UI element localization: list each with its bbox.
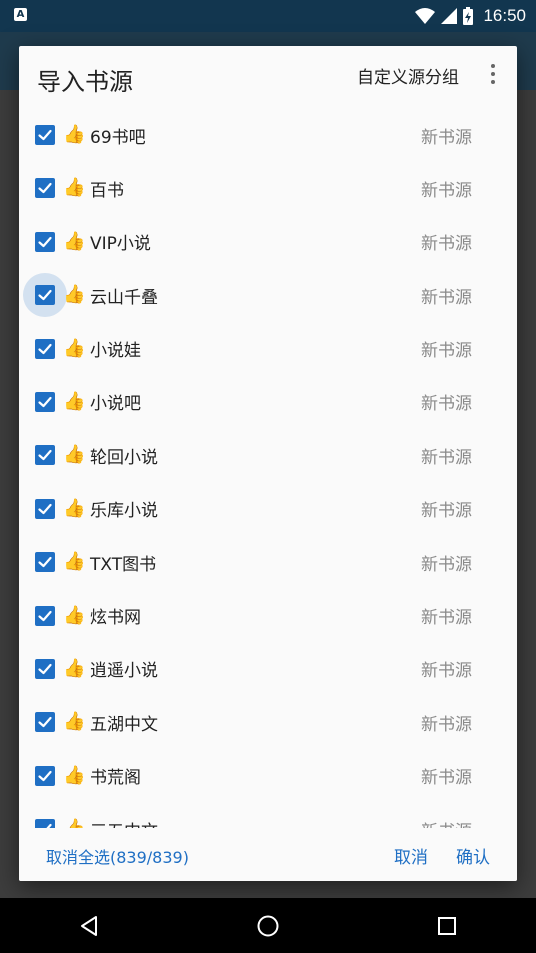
dialog-header: 导入书源 自定义源分组 <box>19 46 517 110</box>
source-group: 新书源 <box>421 447 472 468</box>
source-checkbox[interactable] <box>35 658 55 679</box>
source-group: 新书源 <box>421 341 472 362</box>
source-name: 小说吧 <box>90 394 141 415</box>
source-name: 三五中文 <box>90 817 158 828</box>
thumbs-up-icon: 👍 <box>63 711 86 733</box>
source-checkbox[interactable] <box>35 125 55 145</box>
source-name: 云山千叠 <box>90 287 158 308</box>
source-group: 新书源 <box>421 127 472 148</box>
source-checkbox[interactable] <box>35 605 55 626</box>
source-name: 轮回小说 <box>90 447 158 468</box>
thumbs-up-icon: 👍 <box>63 177 86 199</box>
thumbs-up-icon: 👍 <box>63 390 86 412</box>
source-name: 百书 <box>90 180 124 201</box>
source-row[interactable]: 👍 TXT图书 新书源 <box>19 536 517 589</box>
source-row[interactable]: 👍 逍遥小说 新书源 <box>19 642 517 695</box>
thumbs-up-icon: 👍 <box>63 604 86 626</box>
custom-group-button[interactable]: 自定义源分组 <box>357 63 459 88</box>
source-checkbox[interactable] <box>35 231 55 252</box>
source-name: 书荒阁 <box>90 768 141 789</box>
confirm-button[interactable]: 确认 <box>456 843 490 868</box>
source-row[interactable]: 👍 VIP小说 新书源 <box>19 215 517 268</box>
source-checkbox[interactable] <box>35 765 55 786</box>
signal-icon <box>441 8 458 24</box>
source-group: 新书源 <box>421 768 472 789</box>
thumbs-up-icon: 👍 <box>63 497 86 519</box>
cancel-button[interactable]: 取消 <box>394 843 428 868</box>
notification-app-icon: A <box>14 8 27 21</box>
source-group: 新书源 <box>421 501 472 522</box>
source-name: 五湖中文 <box>90 714 158 735</box>
source-group: 新书源 <box>421 287 472 308</box>
more-vert-icon[interactable] <box>483 62 503 86</box>
source-row[interactable]: 👍 炫书网 新书源 <box>19 589 517 642</box>
source-name: 乐库小说 <box>90 501 158 522</box>
thumbs-up-icon: 👍 <box>63 337 86 359</box>
status-bar: A 16:50 <box>0 0 536 32</box>
thumbs-up-icon: 👍 <box>63 124 86 145</box>
back-triangle-icon[interactable] <box>59 898 119 953</box>
status-icons: 16:50 <box>415 4 526 28</box>
source-group: 新书源 <box>421 608 472 629</box>
source-name: TXT图书 <box>90 554 157 575</box>
source-group: 新书源 <box>421 714 472 735</box>
source-checkbox[interactable] <box>35 178 55 199</box>
source-row[interactable]: 👍 轮回小说 新书源 <box>19 429 517 482</box>
source-row[interactable]: 👍 小说娃 新书源 <box>19 322 517 375</box>
source-row[interactable]: 👍 云山千叠 新书源 <box>19 269 517 322</box>
thumbs-up-icon: 👍 <box>63 819 85 828</box>
source-checkbox[interactable] <box>35 552 55 573</box>
recents-square-icon[interactable] <box>417 898 477 953</box>
clock: 16:50 <box>483 6 526 25</box>
thumbs-up-icon: 👍 <box>63 764 86 786</box>
source-checkbox[interactable] <box>35 285 55 306</box>
source-group: 新书源 <box>421 817 472 828</box>
source-checkbox[interactable] <box>35 338 55 359</box>
thumbs-up-icon: 👍 <box>63 444 86 466</box>
source-row[interactable]: 👍 乐库小说 新书源 <box>19 482 517 535</box>
source-row[interactable]: 👍 69书吧 新书源 <box>19 110 517 162</box>
source-name: 炫书网 <box>90 608 141 629</box>
source-group: 新书源 <box>421 180 472 201</box>
dialog-title: 导入书源 <box>37 68 133 96</box>
source-checkbox[interactable] <box>35 391 55 412</box>
source-row[interactable]: 👍 百书 新书源 <box>19 162 517 215</box>
source-name: 69书吧 <box>90 127 146 148</box>
source-checkbox[interactable] <box>35 712 55 733</box>
thumbs-up-icon: 👍 <box>63 284 86 306</box>
deselect-all-button[interactable]: 取消全选(839/839) <box>46 844 189 868</box>
source-checkbox[interactable] <box>35 498 55 519</box>
source-group: 新书源 <box>421 661 472 682</box>
navigation-bar <box>0 898 536 953</box>
thumbs-up-icon: 👍 <box>63 657 86 679</box>
import-source-dialog: 导入书源 自定义源分组 👍 69书吧 新书源 👍 百书 新书源 👍 VIP小说 新书源 👍 云山千叠… <box>19 46 517 881</box>
source-checkbox[interactable] <box>35 819 55 828</box>
source-row[interactable]: 👍 小说吧 新书源 <box>19 375 517 428</box>
source-row[interactable]: 👍 三五中文 新书源 <box>19 803 517 828</box>
source-list[interactable]: 👍 69书吧 新书源 👍 百书 新书源 👍 VIP小说 新书源 👍 云山千叠 新书源 👍 小说娃 新书源 👍 小… <box>19 110 517 828</box>
source-name: VIP小说 <box>90 234 151 255</box>
thumbs-up-icon: 👍 <box>63 230 86 252</box>
source-row[interactable]: 👍 五湖中文 新书源 <box>19 696 517 749</box>
source-name: 小说娃 <box>90 341 141 362</box>
battery-charging-icon <box>463 7 474 25</box>
wifi-icon <box>415 8 436 24</box>
home-circle-icon[interactable] <box>238 898 298 953</box>
source-checkbox[interactable] <box>35 445 55 466</box>
source-group: 新书源 <box>421 394 472 415</box>
source-group: 新书源 <box>421 234 472 255</box>
thumbs-up-icon: 👍 <box>63 551 86 573</box>
source-name: 逍遥小说 <box>90 661 158 682</box>
source-group: 新书源 <box>421 554 472 575</box>
dialog-footer: 取消全选(839/839) 取消 确认 <box>19 828 517 881</box>
source-row[interactable]: 👍 书荒阁 新书源 <box>19 749 517 802</box>
